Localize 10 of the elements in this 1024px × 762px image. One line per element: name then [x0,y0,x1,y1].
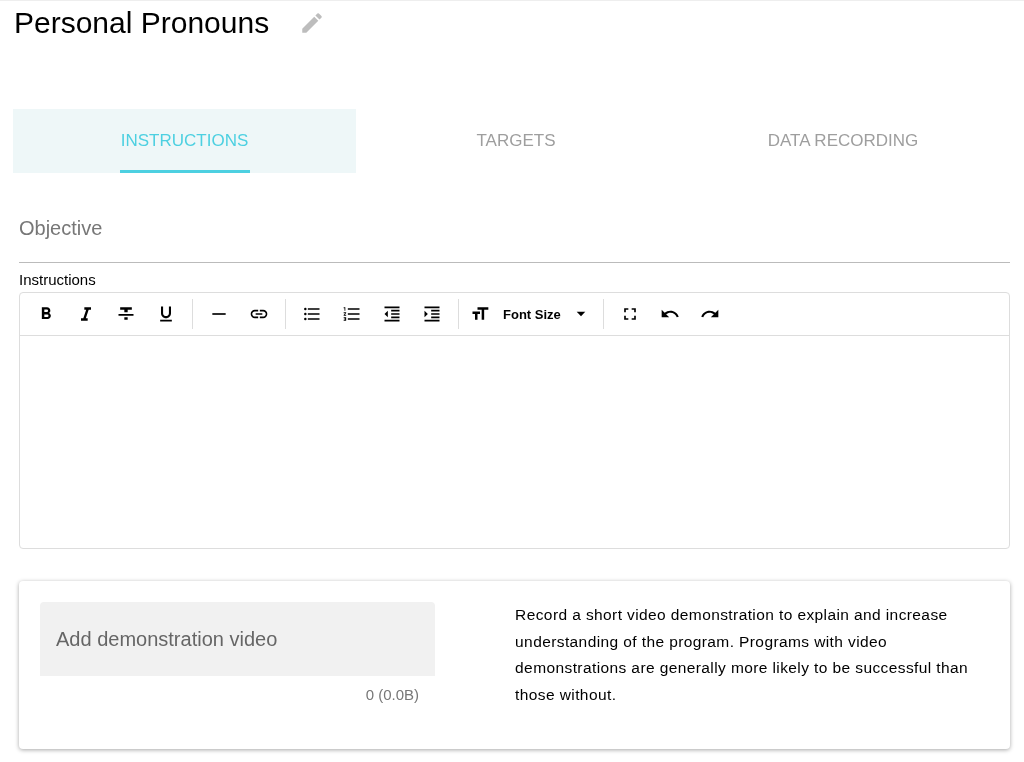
field-label: Instructions [19,271,97,288]
add-video-field[interactable]: Add demonstration video [40,602,436,676]
tab[interactable]: INSTRUCTIONS [13,109,356,173]
page-title: Personal Pronouns [14,6,270,40]
caret-icon [574,310,587,318]
video-description: Record a short video demonstration to explain and increase understanding of the program. Programs with video demonstrations are generally more likely to be successful than those without. [515,605,970,705]
video-counter: 0 (0.0B) [365,686,420,703]
font-size-dropdown[interactable]: Font Size [495,299,597,329]
tab[interactable]: TARGETS [356,109,676,173]
tab[interactable]: DATA RECORDING [676,109,1010,173]
